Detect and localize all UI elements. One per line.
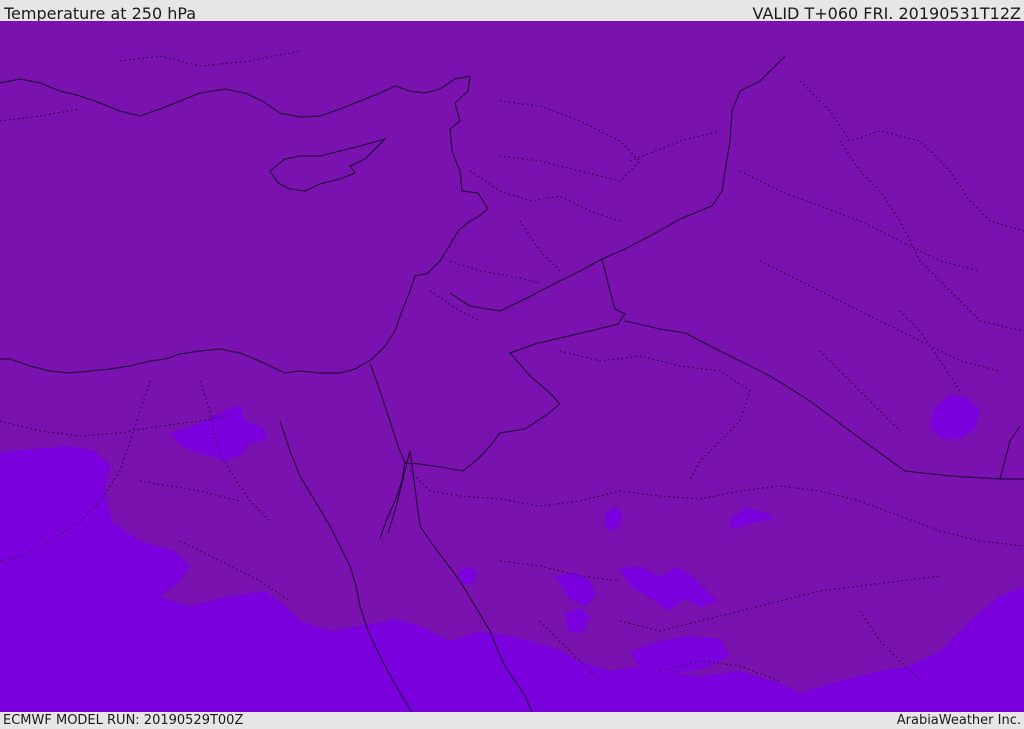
footer-bar: ECMWF MODEL RUN: 20190529T00Z ArabiaWeat… — [0, 712, 1024, 729]
weather-map[interactable] — [0, 21, 1024, 712]
model-run-label: ECMWF MODEL RUN: 20190529T00Z — [3, 713, 244, 728]
header-bar: Temperature at 250 hPa VALID T+060 FRI. … — [0, 0, 1024, 23]
credit-label: ArabiaWeather Inc. — [896, 713, 1021, 728]
